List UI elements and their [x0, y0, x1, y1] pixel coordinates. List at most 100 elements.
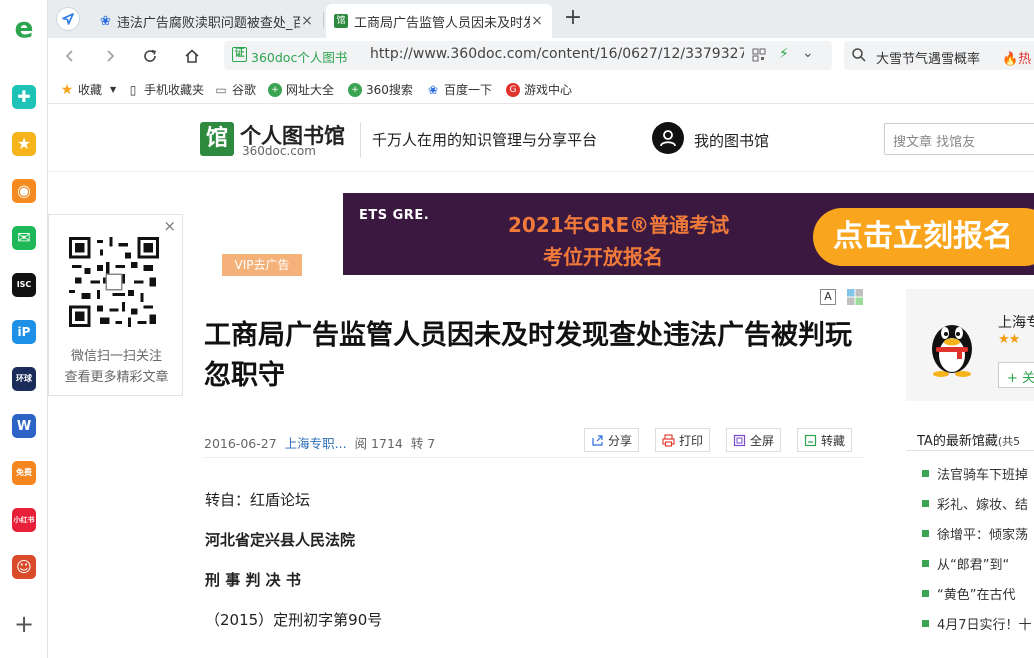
latest-collection-heading: TA的最新馆藏(共5 — [917, 430, 1020, 449]
print-button[interactable]: 打印 — [655, 428, 711, 452]
sidebar-add-button[interactable]: + — [12, 612, 36, 636]
tab-title: 违法广告腐败渎职问题被查处_百 — [116, 15, 300, 31]
mail-icon[interactable]: ✉ — [12, 226, 36, 250]
save-to-library-button[interactable]: 转藏 — [797, 428, 853, 452]
tab-close-icon[interactable]: × — [530, 13, 544, 29]
list-item[interactable]: 徐增平：倾家荡 — [922, 524, 1028, 543]
list-item[interactable]: 从“郎君”到“ — [922, 554, 1009, 573]
address-toolbar: 证 360doc个人图书 http://www.360doc.com/conte… — [48, 38, 1034, 74]
game-icon[interactable]: ☺ — [12, 555, 36, 579]
follow-button[interactable]: + 关 — [998, 362, 1034, 388]
back-icon[interactable] — [58, 44, 82, 68]
qr-panel: × 微信扫一扫关注 查看更多精彩文章 — [48, 214, 183, 396]
latest-count: (共5 — [997, 435, 1021, 448]
ip-app-icon[interactable]: iP — [12, 320, 36, 344]
article-title: 工商局广告监管人员因未及时发现查处违法广告被判玩忽职守 — [204, 320, 852, 391]
close-icon[interactable]: × — [163, 217, 176, 235]
paw-icon: ❀ — [427, 82, 439, 97]
qr-code-icon[interactable] — [752, 48, 766, 62]
url-bar[interactable]: 证 360doc个人图书 http://www.360doc.com/conte… — [224, 41, 832, 70]
list-item-label: 徐增平：倾家荡 — [937, 528, 1029, 543]
bookmark-label: 360搜索 — [366, 83, 413, 97]
bookmark-360-search[interactable]: + 360搜索 — [348, 81, 413, 98]
list-item[interactable]: 4月7日实行！十 — [922, 614, 1032, 633]
bookmark-label: 手机收藏夹 — [144, 83, 205, 97]
tab-close-icon[interactable]: × — [300, 13, 314, 29]
paw-icon: ❀ — [100, 13, 111, 29]
bookmark-mobile[interactable]: ▯ 手机收藏夹 — [126, 81, 204, 98]
article-date: 2016-06-27 — [204, 436, 277, 451]
xiaohongshu-icon[interactable]: 小红书 — [12, 508, 36, 532]
reload-icon[interactable] — [138, 44, 162, 68]
site-slogan: 千万人在用的知识管理与分享平台 — [372, 131, 598, 149]
list-item[interactable]: 法官骑车下班掉 — [922, 464, 1028, 483]
vip-remove-ads-button[interactable]: VIP去广告 — [222, 254, 302, 276]
article-author[interactable]: 上海专职... — [285, 436, 347, 451]
qr-code-image — [69, 237, 159, 327]
bookmark-label: 百度一下 — [444, 83, 493, 97]
web-page: 馆 个人图书馆 360doc.com 千万人在用的知识管理与分享平台 我的图书馆… — [48, 104, 1034, 658]
bullet-icon — [922, 560, 929, 567]
list-item[interactable]: “黄色”在古代 — [922, 584, 1015, 603]
health-plus-icon[interactable]: ✚ — [12, 85, 36, 109]
page-icon: ▭ — [215, 82, 227, 97]
browser-window: e ✚ ★ ◉ ✉ ISC iP 环球 W 免费 小红书 ☺ + ❀ 违法广告腐… — [0, 0, 1034, 658]
browser-logo-icon[interactable]: e — [12, 16, 36, 40]
plus-circle-icon: + — [348, 82, 362, 97]
theme-grid-icon[interactable] — [847, 289, 863, 305]
user-avatar-icon[interactable] — [652, 122, 684, 154]
site-search-input[interactable]: 搜文章 找馆友 — [884, 123, 1034, 155]
lightning-icon[interactable]: ⚡ — [779, 46, 789, 62]
list-item-label: 彩礼、嫁妆、结 — [937, 498, 1029, 513]
certificate-icon[interactable]: 证 — [232, 47, 247, 62]
qq-penguin-avatar[interactable] — [924, 311, 980, 377]
list-item-label: 从“郎君”到“ — [937, 558, 1010, 573]
bullet-icon — [922, 500, 929, 507]
hot-label[interactable]: 🔥热 — [1002, 48, 1031, 67]
bookmark-game-center[interactable]: G 游戏中心 — [506, 81, 572, 98]
tab-active[interactable]: 馆 工商局广告监管人员因未及时发 × — [326, 4, 552, 38]
list-item[interactable]: 彩礼、嫁妆、结 — [922, 494, 1028, 513]
favorites-star-icon[interactable]: ★ — [12, 132, 36, 156]
url-text[interactable]: http://www.360doc.com/content/16/0627/12… — [370, 46, 744, 62]
share-button[interactable]: 分享 — [584, 428, 640, 452]
left-sidebar: e ✚ ★ ◉ ✉ ISC iP 环球 W 免费 小红书 ☺ + — [0, 0, 48, 658]
fullscreen-button[interactable]: 全屏 — [726, 428, 782, 452]
chevron-down-icon[interactable]: ⌄ — [802, 45, 814, 61]
new-tab-button[interactable]: + — [560, 6, 586, 32]
tab-inactive[interactable]: ❀ 违法广告腐败渎职问题被查处_百 × — [92, 4, 322, 38]
bookmark-google[interactable]: ▭ 谷歌 — [214, 81, 256, 98]
ad-banner[interactable]: ETS GRE. 2021年GRE®普通考试 考位开放报名 点击立刻报名 — [343, 193, 1034, 275]
bookmark-url-directory[interactable]: + 网址大全 — [268, 81, 334, 98]
article-paragraph: 刑 事 判 决 书 — [205, 571, 301, 589]
dropdown-arrow-icon[interactable]: ▼ — [110, 85, 116, 94]
navigation-icon[interactable] — [56, 7, 80, 31]
word-doc-icon[interactable]: W — [12, 414, 36, 438]
article-paragraph: （2015）定刑初字第90号 — [205, 611, 383, 629]
bookmark-label: 收藏 — [78, 83, 103, 97]
bookmark-baidu[interactable]: ❀ 百度一下 — [426, 81, 492, 98]
article-divider — [204, 457, 864, 458]
action-label: 全屏 — [750, 433, 775, 448]
author-name[interactable]: 上海专 — [998, 312, 1034, 332]
banner-subline: 考位开放报名 — [543, 245, 663, 269]
forward-icon[interactable] — [98, 44, 122, 68]
fullscreen-icon — [733, 434, 746, 446]
weibo-icon[interactable]: ◉ — [12, 179, 36, 203]
font-size-icon[interactable]: A — [820, 289, 836, 305]
site-logo-icon[interactable]: 馆 — [200, 122, 234, 156]
bullet-icon — [922, 620, 929, 627]
huanqiu-news-icon[interactable]: 环球 — [12, 367, 36, 391]
bookmark-favorites[interactable]: ★ 收藏 ▼ — [60, 81, 116, 98]
browser-search-box[interactable]: 大雪节气遇雪概率 🔥热 — [844, 41, 1034, 70]
site-label: 360doc个人图书 — [251, 50, 348, 65]
banner-cta-button[interactable]: 点击立刻报名 — [813, 208, 1034, 266]
share-icon — [592, 434, 603, 446]
home-icon[interactable] — [180, 44, 204, 68]
list-item-label: 4月7日实行！十 — [937, 618, 1032, 633]
isc-icon[interactable]: ISC — [12, 273, 36, 297]
free-novel-icon[interactable]: 免费 — [12, 461, 36, 485]
banner-headline: 2021年GRE®普通考试 — [508, 213, 730, 237]
my-library-link[interactable]: 我的图书馆 — [694, 130, 769, 151]
bullet-icon — [922, 590, 929, 597]
